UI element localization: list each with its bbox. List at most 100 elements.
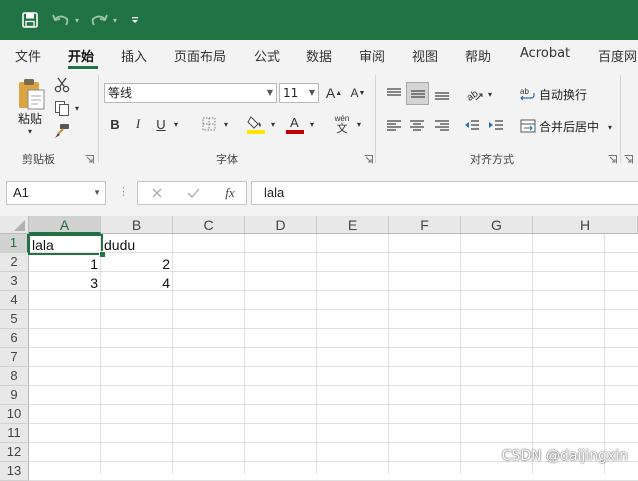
row-header-9[interactable]: 9: [0, 386, 29, 405]
tab-home[interactable]: 开始: [68, 46, 94, 65]
tab-file[interactable]: 文件: [15, 46, 41, 65]
enter-icon[interactable]: [184, 185, 202, 201]
cut-icon[interactable]: [52, 76, 72, 94]
underline-dropdown-icon[interactable]: ▾: [170, 114, 182, 134]
copy-icon[interactable]: [52, 99, 72, 117]
clipboard-launcher-icon[interactable]: [85, 153, 94, 164]
fill-color-dropdown-icon[interactable]: ▾: [267, 114, 279, 134]
font-color-dropdown-icon[interactable]: ▾: [306, 114, 318, 134]
row-header-4[interactable]: 4: [0, 291, 29, 310]
row-header-7[interactable]: 7: [0, 348, 29, 367]
column-header-c[interactable]: C: [173, 216, 245, 234]
tab-page-layout[interactable]: 页面布局: [174, 46, 226, 65]
bold-button[interactable]: B: [106, 114, 124, 134]
row-header-1[interactable]: 1: [0, 234, 29, 253]
tab-baidu[interactable]: 百度网: [598, 46, 637, 65]
select-all-button[interactable]: [0, 216, 29, 234]
font-name-select[interactable]: 等线 ▼: [104, 83, 277, 103]
redo-icon[interactable]: [88, 8, 110, 32]
save-icon[interactable]: [18, 8, 42, 32]
cell-a2[interactable]: 1: [29, 255, 101, 274]
copy-dropdown-icon[interactable]: ▾: [72, 103, 82, 113]
orientation-dropdown-icon[interactable]: ▾: [484, 83, 496, 105]
undo-dropdown-icon[interactable]: ▾: [72, 8, 82, 32]
cell-b1[interactable]: dudu: [101, 236, 173, 255]
row-header-11[interactable]: 11: [0, 424, 29, 443]
borders-dropdown-icon[interactable]: ▾: [220, 114, 232, 134]
wrap-text-icon[interactable]: ab: [519, 83, 537, 105]
row-header-6[interactable]: 6: [0, 329, 29, 348]
group-separator: [98, 75, 99, 163]
column-header-e[interactable]: E: [317, 216, 389, 234]
column-header-d[interactable]: D: [245, 216, 317, 234]
font-color-icon[interactable]: A: [284, 112, 306, 136]
fill-color-icon[interactable]: [245, 112, 267, 136]
column-header-f[interactable]: F: [389, 216, 461, 234]
font-size-select[interactable]: 11 ▼: [279, 83, 319, 103]
undo-icon[interactable]: [50, 8, 72, 32]
paste-icon[interactable]: [14, 76, 48, 112]
orientation-icon[interactable]: ab: [463, 83, 485, 105]
gridline-vertical: [460, 234, 461, 474]
wrap-text-button[interactable]: 自动换行: [539, 86, 587, 103]
merge-dropdown-icon[interactable]: ▾: [604, 117, 616, 137]
font-group-label: 字体: [216, 153, 238, 166]
phonetic-dropdown-icon[interactable]: ▾: [353, 114, 365, 134]
redo-dropdown-icon[interactable]: ▾: [110, 8, 120, 32]
align-bottom-icon[interactable]: [431, 83, 453, 105]
cancel-icon[interactable]: [148, 185, 166, 201]
gridline-horizontal: [29, 385, 638, 386]
paste-button[interactable]: 粘贴: [18, 110, 42, 127]
tab-formulas[interactable]: 公式: [254, 46, 280, 65]
phonetic-guide-icon[interactable]: wén 文: [330, 111, 354, 137]
resize-handle-icon[interactable]: ⋮: [118, 185, 129, 201]
align-center-icon[interactable]: [406, 114, 428, 136]
align-top-icon[interactable]: [383, 83, 405, 105]
tab-view[interactable]: 视图: [412, 46, 438, 65]
row-header-2[interactable]: 2: [0, 253, 29, 272]
align-right-icon[interactable]: [431, 114, 453, 136]
underline-button[interactable]: U: [152, 114, 170, 134]
fill-handle[interactable]: [99, 251, 106, 258]
shrink-font-icon[interactable]: A ▼: [348, 83, 368, 103]
formula-input[interactable]: lala: [251, 181, 638, 205]
row-header-13[interactable]: 13: [0, 462, 29, 481]
italic-button[interactable]: I: [129, 114, 147, 134]
tab-acrobat[interactable]: Acrobat: [520, 46, 570, 61]
increase-indent-icon[interactable]: [485, 114, 507, 136]
align-middle-icon[interactable]: [406, 82, 429, 105]
row-header-12[interactable]: 12: [0, 443, 29, 462]
tab-review[interactable]: 审阅: [359, 46, 385, 65]
tab-help[interactable]: 帮助: [465, 46, 491, 65]
column-header-a[interactable]: A: [29, 216, 101, 234]
alignment-launcher-icon[interactable]: [608, 153, 617, 164]
ribbon: 粘贴 ▾ ▾ 剪贴板 等线 ▼ 11 ▼ A ▲ A ▼ B I U ▾ ▾ ▾ A…: [0, 69, 638, 172]
insert-function-button[interactable]: fx: [220, 184, 240, 202]
column-header-h[interactable]: H: [533, 216, 638, 234]
font-launcher-icon[interactable]: [364, 153, 373, 164]
cell-a3[interactable]: 3: [29, 274, 101, 293]
align-left-icon[interactable]: [383, 114, 405, 136]
decrease-indent-icon[interactable]: [461, 114, 483, 136]
tab-data[interactable]: 数据: [306, 46, 332, 65]
chevron-down-icon[interactable]: ▼: [93, 182, 101, 204]
cell-b2[interactable]: 2: [101, 255, 173, 274]
borders-icon[interactable]: [199, 114, 219, 134]
column-header-b[interactable]: B: [101, 216, 173, 234]
tab-insert[interactable]: 插入: [121, 46, 147, 65]
name-box[interactable]: A1 ▼: [6, 181, 106, 205]
number-launcher-icon[interactable]: [624, 153, 633, 164]
merge-center-icon[interactable]: [519, 115, 537, 137]
row-header-3[interactable]: 3: [0, 272, 29, 291]
paste-dropdown-icon[interactable]: ▾: [24, 126, 36, 136]
customize-qat-icon[interactable]: [128, 8, 142, 32]
row-header-10[interactable]: 10: [0, 405, 29, 424]
column-header-g[interactable]: G: [461, 216, 533, 234]
row-header-8[interactable]: 8: [0, 367, 29, 386]
format-painter-icon[interactable]: [52, 122, 72, 140]
merge-center-button[interactable]: 合并后居中: [539, 118, 599, 135]
cell-b3[interactable]: 4: [101, 274, 173, 293]
gridline-horizontal: [29, 347, 638, 348]
row-header-5[interactable]: 5: [0, 310, 29, 329]
grow-font-icon[interactable]: A ▲: [324, 83, 344, 103]
